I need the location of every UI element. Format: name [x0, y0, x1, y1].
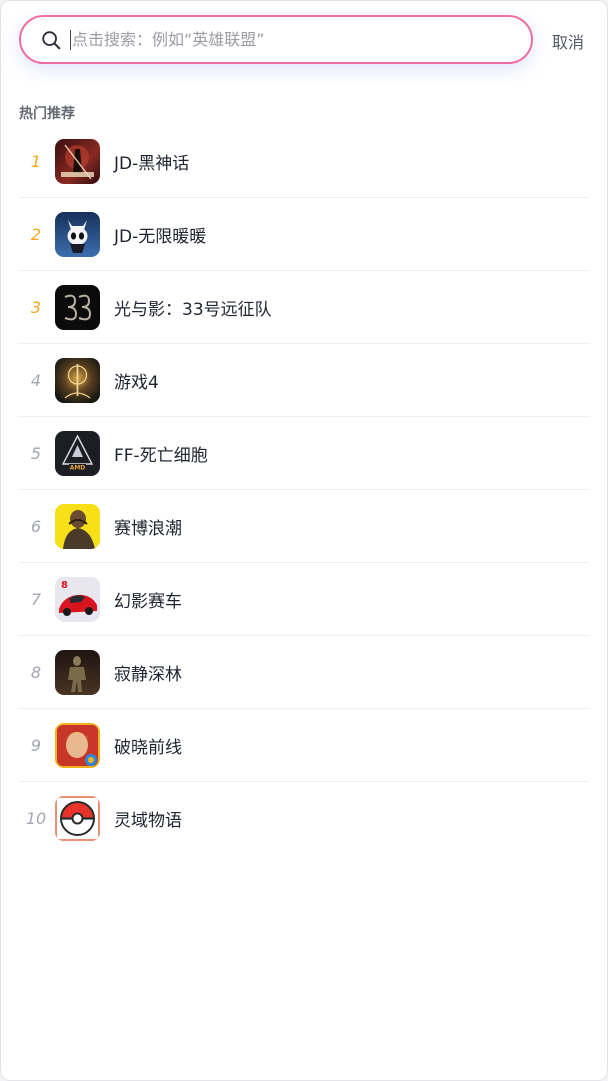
- game-name: JD-黑神话: [114, 153, 190, 174]
- game-name: 游戏4: [114, 372, 159, 393]
- rank-number: 9: [30, 735, 42, 755]
- forest-creature-game-icon: [55, 649, 100, 695]
- search-icon: [42, 30, 61, 49]
- hollow-knight-game-icon: [55, 211, 100, 257]
- game-name: FF-死亡细胞: [114, 445, 208, 466]
- svg-text:AMD: AMD: [70, 464, 86, 471]
- game-name: 光与影：33号远征队: [114, 299, 272, 320]
- game-name: 寂静深林: [114, 664, 182, 685]
- rank-number: 10: [25, 808, 47, 828]
- search-bar: 取消: [1, 1, 607, 81]
- list-item[interactable]: 10 灵域物语: [18, 782, 590, 854]
- list-item[interactable]: 2 JD-无限暖暖: [18, 198, 590, 271]
- rank-number: 4: [30, 370, 42, 390]
- game-name: 赛博浪潮: [114, 518, 182, 539]
- search-box[interactable]: [19, 15, 533, 64]
- hero-game-icon: [55, 722, 100, 768]
- rank-number: 1: [30, 151, 42, 171]
- section-title: 热门推荐: [19, 106, 75, 122]
- game-name: 幻影赛车: [114, 591, 182, 612]
- rank-number: 5: [30, 443, 42, 463]
- list-item[interactable]: 8 寂静深林: [18, 636, 590, 709]
- soldier-game-icon: [55, 503, 100, 549]
- amd-game-icon: AMD: [55, 430, 100, 476]
- rank-number: 8: [30, 662, 42, 682]
- list-item[interactable]: 4 游戏4: [18, 344, 590, 417]
- elden-ring-game-icon: [55, 357, 100, 403]
- list-item[interactable]: 1 JD-黑神话: [18, 125, 590, 198]
- text-cursor: [70, 29, 71, 50]
- wukong-game-icon: [55, 138, 100, 184]
- search-input[interactable]: [72, 30, 492, 49]
- list-item[interactable]: 3 光与影：33号远征队: [18, 271, 590, 344]
- list-item[interactable]: 9 破晓前线: [18, 709, 590, 782]
- game-name: JD-无限暖暖: [114, 226, 207, 247]
- rank-number: 3: [30, 297, 42, 317]
- cancel-button[interactable]: 取消: [552, 29, 584, 53]
- rank-number: 2: [30, 224, 42, 244]
- race-car-game-icon: 8: [55, 576, 100, 622]
- game-name: 灵域物语: [114, 810, 182, 831]
- game-name: 破晓前线: [114, 737, 182, 758]
- svg-text:8: 8: [61, 580, 68, 591]
- expedition-33-game-icon: [55, 284, 100, 330]
- rank-number: 7: [30, 589, 42, 609]
- pokeball-game-icon: [55, 795, 100, 841]
- list-item[interactable]: 5 AMD FF-死亡细胞: [18, 417, 590, 490]
- hot-recommend-list: 1 JD-黑神话 2 JD-无限暖暖 3 光与影：33号远征队 4 游戏4 5 …: [18, 125, 590, 854]
- rank-number: 6: [30, 516, 42, 536]
- list-item[interactable]: 7 8 幻影赛车: [18, 563, 590, 636]
- list-item[interactable]: 6 赛博浪潮: [18, 490, 590, 563]
- search-page: 取消 热门推荐 1 JD-黑神话 2: [0, 0, 608, 1081]
